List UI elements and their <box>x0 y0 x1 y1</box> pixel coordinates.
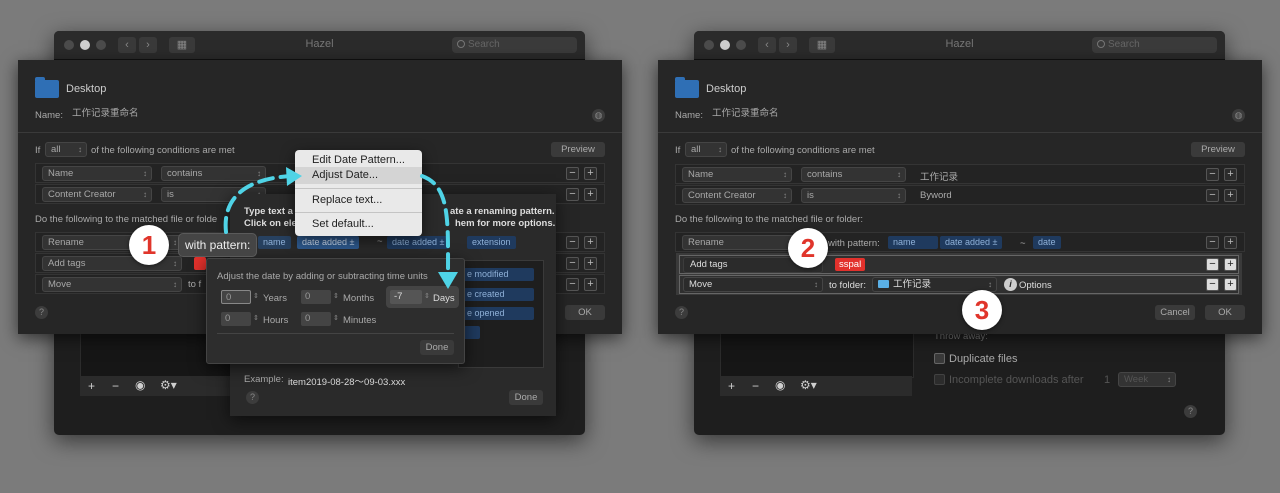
token-date-added[interactable]: date added ± <box>940 236 1003 249</box>
arrow-to-days <box>420 174 451 277</box>
preview-button[interactable]: Preview <box>1191 142 1245 157</box>
remove-condition-button[interactable]: − <box>1206 168 1219 181</box>
action-select-move[interactable]: Move <box>683 277 823 292</box>
duplicate-files-label: Duplicate files <box>949 353 1018 365</box>
remove-action-button[interactable]: − <box>1206 236 1219 249</box>
condition-value[interactable]: 工作记录 <box>920 169 958 183</box>
match-select[interactable]: all <box>685 142 727 157</box>
condition-attribute-select[interactable]: Content Creator <box>682 188 792 203</box>
condition-value[interactable]: Byword <box>920 190 952 201</box>
ok-button[interactable]: OK <box>1205 305 1245 320</box>
match-suffix: of the following conditions are met <box>731 145 875 156</box>
gear-icon[interactable]: ⚙▾ <box>800 378 817 392</box>
tag-chip[interactable]: sspal <box>835 258 866 271</box>
title-bar: ‹ › ▦ Hazel Search <box>694 31 1225 60</box>
folder-icon <box>878 280 889 288</box>
arrowhead-adjust-date <box>286 167 302 186</box>
with-pattern-label: with pattern: <box>828 238 880 249</box>
rule-name-icon[interactable]: ◍ <box>1232 109 1245 122</box>
divider <box>658 132 1262 133</box>
duplicate-files-checkbox[interactable] <box>934 353 945 364</box>
name-label: Name: <box>675 110 703 121</box>
token-date[interactable]: date <box>1033 236 1061 249</box>
folder-icon <box>675 77 699 98</box>
to-folder-label: to folder: <box>829 280 866 291</box>
help-icon[interactable]: ? <box>675 306 688 319</box>
arrowhead-days <box>438 272 458 289</box>
arrow-to-adjust-date <box>223 174 294 234</box>
add-icon[interactable]: + <box>728 379 735 393</box>
actions-header: Do the following to the matched file or … <box>675 214 863 225</box>
search-input[interactable]: Search <box>1092 37 1217 53</box>
add-action-button[interactable]: + <box>1224 278 1237 291</box>
token-name[interactable]: name <box>888 236 938 249</box>
incomplete-downloads-label: Incomplete downloads after <box>949 374 1084 386</box>
remove-action-button[interactable]: − <box>1206 258 1219 271</box>
condition-operator-select[interactable]: contains <box>801 167 906 182</box>
step-badge-2: 2 <box>788 228 828 268</box>
cancel-button[interactable]: Cancel <box>1155 305 1195 320</box>
eye-icon[interactable]: ◉ <box>775 378 785 392</box>
files-list-panel <box>720 331 914 378</box>
condition-operator-select[interactable]: is <box>801 188 906 203</box>
condition-attribute-select[interactable]: Name <box>682 167 792 182</box>
info-icon[interactable]: i <box>1004 278 1017 291</box>
folder-name: Desktop <box>706 83 747 95</box>
incomplete-downloads-checkbox[interactable] <box>934 374 945 385</box>
remove-action-button[interactable]: − <box>1206 278 1219 291</box>
add-condition-button[interactable]: + <box>1224 189 1237 202</box>
annotation-arrows <box>223 167 458 289</box>
if-label: If <box>675 145 681 156</box>
bottom-toolbar: + − ◉ ⚙▾ <box>720 376 912 396</box>
incomplete-downloads-number[interactable]: 1 <box>1104 374 1110 386</box>
remove-icon[interactable]: − <box>752 379 759 393</box>
rule-name-field[interactable]: 工作记录重命名 <box>706 107 1226 123</box>
step-badge-3: 3 <box>962 290 1002 330</box>
add-action-button[interactable]: + <box>1224 258 1237 271</box>
options-label[interactable]: Options <box>1019 280 1052 291</box>
add-condition-button[interactable]: + <box>1224 168 1237 181</box>
help-icon[interactable]: ? <box>1184 405 1197 418</box>
add-action-button[interactable]: + <box>1224 236 1237 249</box>
token-tilde: ~ <box>1020 238 1026 249</box>
incomplete-downloads-unit[interactable]: Week <box>1118 372 1176 387</box>
remove-condition-button[interactable]: − <box>1206 189 1219 202</box>
folder-select-label: 工作记录 <box>893 279 932 290</box>
